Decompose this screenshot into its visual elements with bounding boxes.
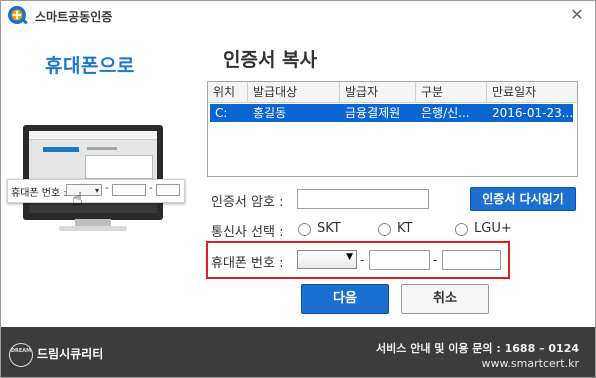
phone-label: 휴대폰 번호 : bbox=[211, 256, 284, 271]
phone-dash: - bbox=[433, 253, 438, 267]
cell-issuer: 금융결제원 bbox=[345, 106, 401, 120]
cell-location: C: bbox=[215, 106, 228, 120]
monitor-illustration bbox=[23, 125, 163, 220]
phone-prefix-select[interactable]: ▼ bbox=[297, 250, 357, 269]
callout-input bbox=[112, 184, 146, 196]
support-info: 서비스 안내 및 이용 문의 : 1688 – 0124 bbox=[376, 342, 579, 355]
radio-skt[interactable] bbox=[298, 223, 311, 236]
smartcert-logo-icon bbox=[8, 6, 28, 25]
chevron-down-icon: ▼ bbox=[346, 252, 353, 262]
left-panel-title: 휴대폰으로 bbox=[45, 55, 135, 77]
radio-lgu[interactable] bbox=[455, 223, 468, 236]
smartcert-window: 스마트공동인증 ✕ 휴대폰으로 휴대폰 번호 : ▾ - - ☝ 인증서 복사 … bbox=[0, 0, 596, 378]
next-button[interactable]: 다음 bbox=[301, 284, 389, 314]
password-label: 인증서 암호 : bbox=[211, 195, 284, 210]
company-name: 드림시큐리티 bbox=[37, 347, 104, 361]
callout-label: 휴대폰 번호 : bbox=[11, 188, 67, 199]
password-input[interactable] bbox=[297, 189, 429, 209]
phone-last-input[interactable] bbox=[442, 250, 501, 270]
radio-kt[interactable] bbox=[378, 223, 391, 236]
callout-input bbox=[156, 184, 180, 196]
mini-table bbox=[85, 155, 153, 179]
table-header: 위치 발급대상 발급자 구분 만료일자 bbox=[208, 82, 577, 103]
footer: DREAM 드림시큐리티 서비스 안내 및 이용 문의 : 1688 – 012… bbox=[1, 327, 595, 377]
column-header[interactable]: 위치 bbox=[208, 82, 248, 102]
monitor-base bbox=[59, 226, 127, 231]
website-url: www.smartcert.kr bbox=[481, 357, 579, 370]
phone-dash: - bbox=[360, 253, 365, 267]
close-icon[interactable]: ✕ bbox=[567, 5, 587, 25]
cell-type: 은행/신... bbox=[421, 106, 470, 120]
dream-logo-text: DREAM bbox=[10, 348, 32, 354]
radio-label-skt: SKT bbox=[317, 221, 341, 236]
hand-cursor-icon: ☝ bbox=[72, 189, 83, 210]
column-header[interactable]: 구분 bbox=[416, 82, 487, 102]
cancel-button[interactable]: 취소 bbox=[401, 284, 489, 314]
app-title: 스마트공동인증 bbox=[35, 10, 113, 24]
title-bar: 스마트공동인증 ✕ bbox=[1, 1, 595, 31]
radio-label-lgu: LGU+ bbox=[474, 221, 512, 236]
certificate-table[interactable]: 위치 발급대상 발급자 구분 만료일자 C: 홍길동 금융결제원 은행/신...… bbox=[207, 81, 578, 177]
column-header[interactable]: 발급자 bbox=[340, 82, 416, 102]
mini-header bbox=[29, 131, 157, 140]
radio-label-kt: KT bbox=[397, 221, 413, 236]
dream-logo-icon: DREAM bbox=[9, 343, 33, 367]
phone-middle-input[interactable] bbox=[369, 250, 430, 270]
table-row[interactable]: C: 홍길동 금융결제원 은행/신... 2016-01-23... bbox=[210, 104, 573, 122]
cell-expiry: 2016-01-23... bbox=[492, 106, 573, 120]
phone-callout: 휴대폰 번호 : ▾ - - bbox=[7, 179, 185, 203]
callout-dash: - bbox=[149, 183, 153, 194]
carrier-label: 통신사 선택 : bbox=[211, 225, 284, 240]
column-header[interactable]: 만료일자 bbox=[487, 82, 577, 102]
page-title: 인증서 복사 bbox=[223, 49, 318, 71]
callout-dash: - bbox=[105, 183, 109, 194]
cell-subject: 홍길동 bbox=[253, 106, 287, 120]
reread-certificate-button[interactable]: 인증서 다시읽기 bbox=[470, 187, 576, 211]
mini-title bbox=[43, 147, 79, 152]
column-header[interactable]: 발급대상 bbox=[248, 82, 340, 102]
mini-line bbox=[87, 147, 117, 150]
